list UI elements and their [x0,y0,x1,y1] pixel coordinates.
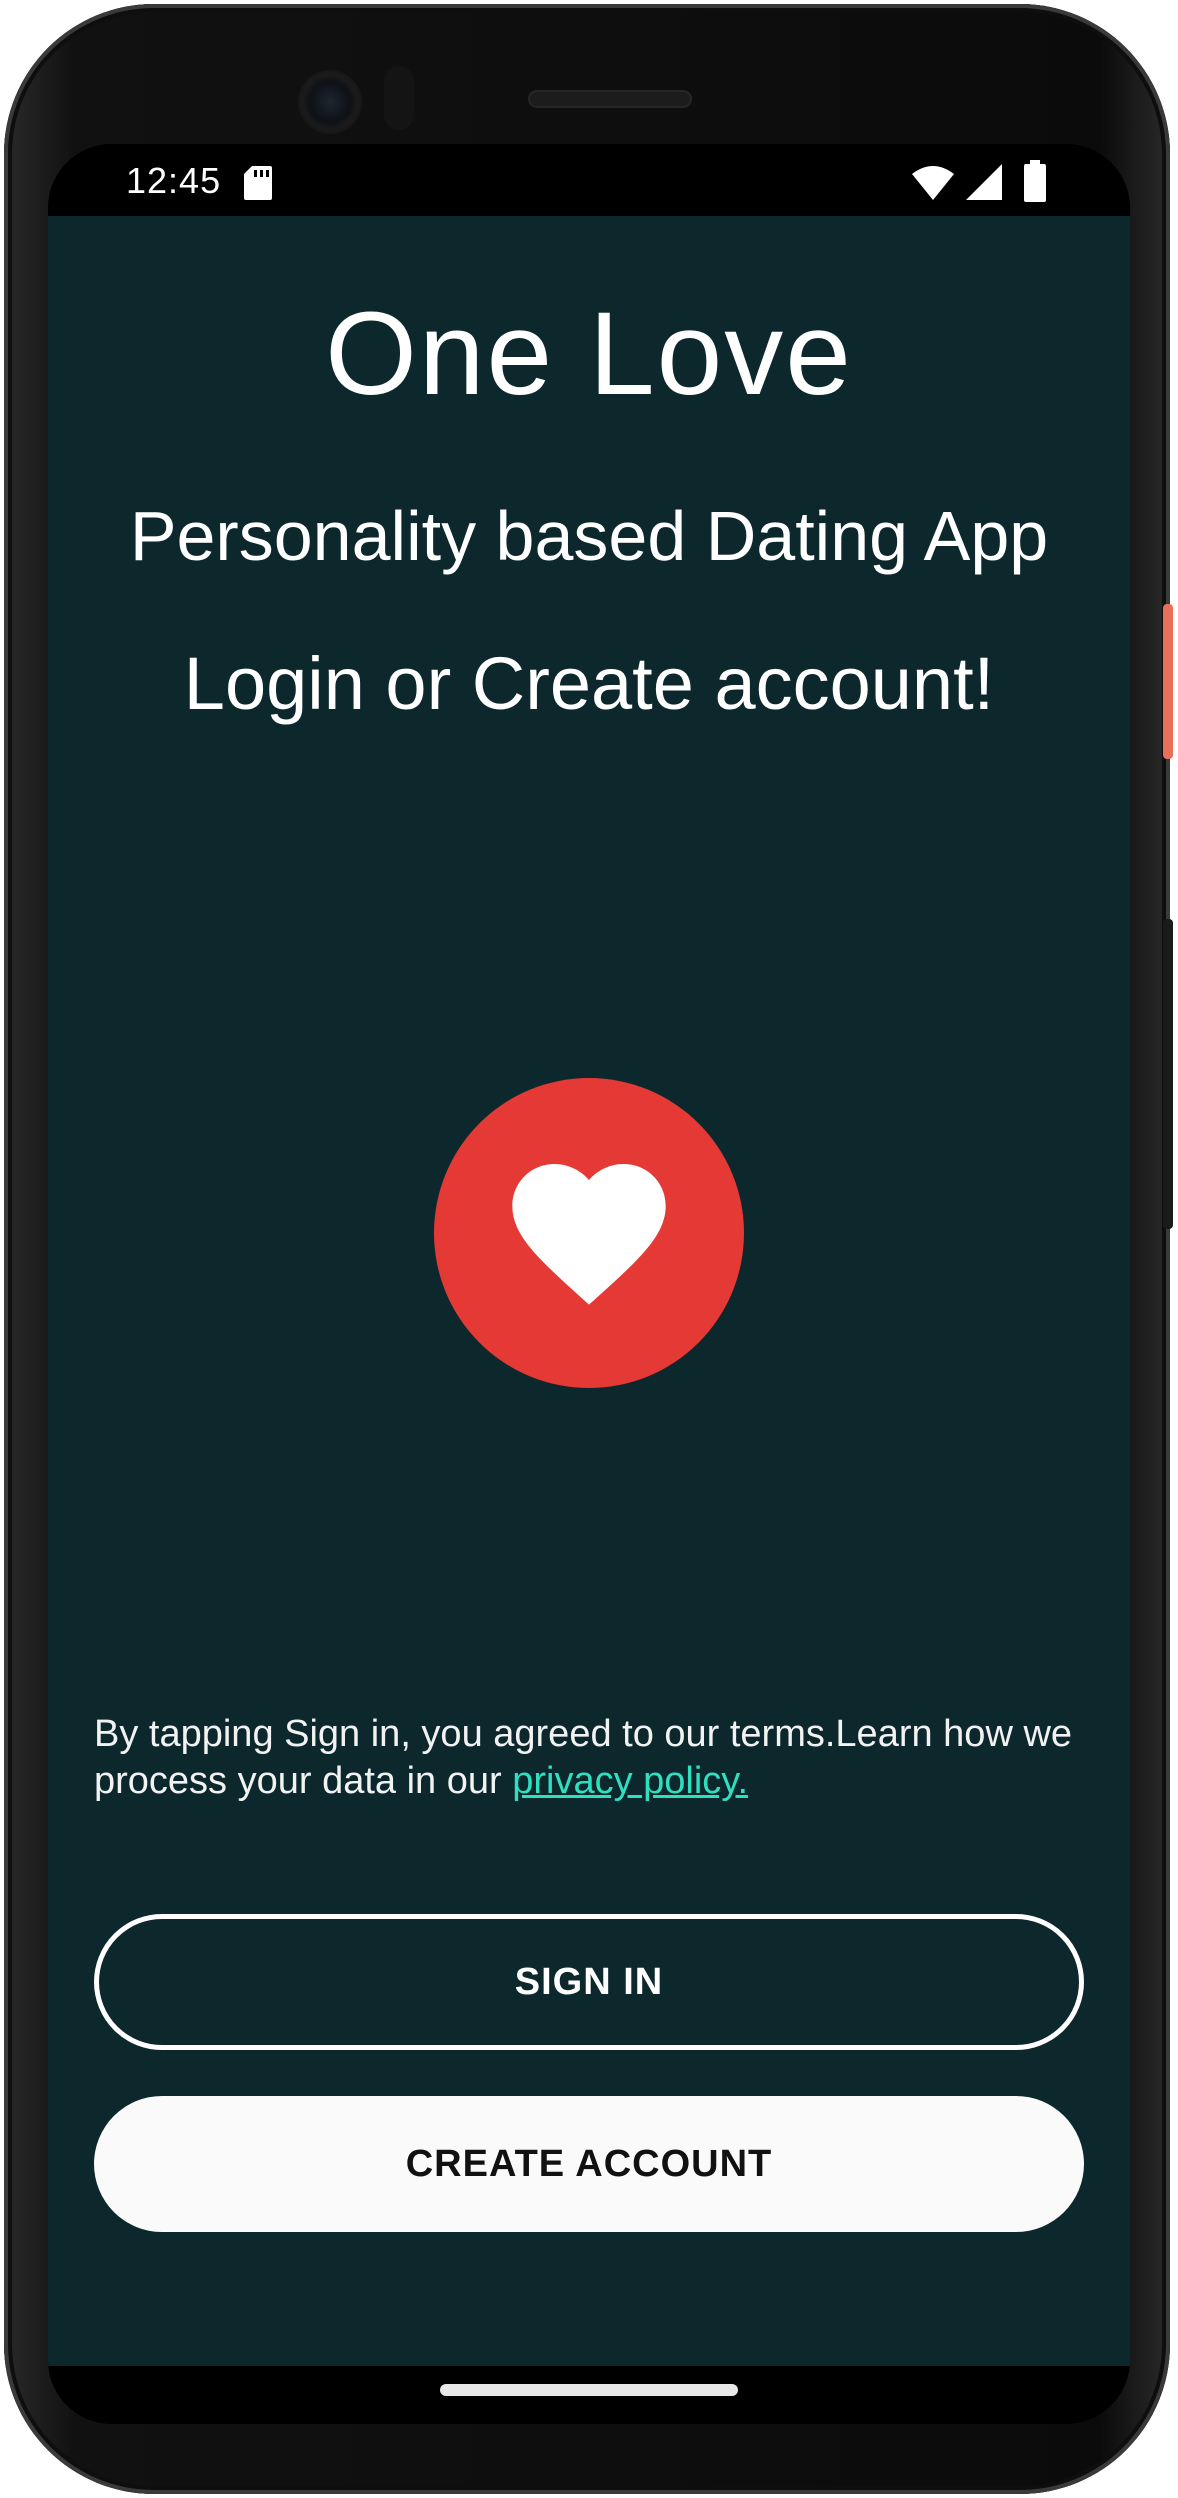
create-account-button[interactable]: CREATE ACCOUNT [94,2096,1084,2232]
battery-icon [1024,160,1046,202]
proximity-sensor [384,66,414,130]
volume-button[interactable] [1163,919,1173,1229]
home-gesture-handle[interactable] [440,2384,738,2396]
screen: 12:45 One Love Personality based Dating … [48,144,1130,2424]
sign-in-button[interactable]: SIGN IN [94,1914,1084,2050]
front-camera-icon [298,70,362,134]
app-subtitle: Personality based Dating App [129,497,1049,575]
terms-notice: By tapping Sign in, you agreed to our te… [94,1711,1094,1805]
power-button[interactable] [1163,604,1173,759]
navigation-bar [48,2366,1130,2424]
app-title: One Love [325,288,853,420]
cell-signal-icon [966,164,1002,200]
wifi-icon [912,166,954,200]
sign-in-label: SIGN IN [514,1960,664,2003]
app-logo [434,1078,744,1388]
login-prompt: Login or Create account! [183,642,995,725]
heart-icon [512,1164,666,1305]
earpiece-speaker [528,90,692,108]
create-account-label: CREATE ACCOUNT [405,2142,773,2185]
privacy-policy-link[interactable]: privacy policy. [512,1760,748,1802]
welcome-screen: One Love Personality based Dating App Lo… [48,216,1130,2366]
status-bar: 12:45 [48,144,1130,216]
phone-frame: 12:45 One Love Personality based Dating … [4,4,1173,2494]
sd-card-icon [244,166,272,200]
status-time: 12:45 [126,160,222,201]
